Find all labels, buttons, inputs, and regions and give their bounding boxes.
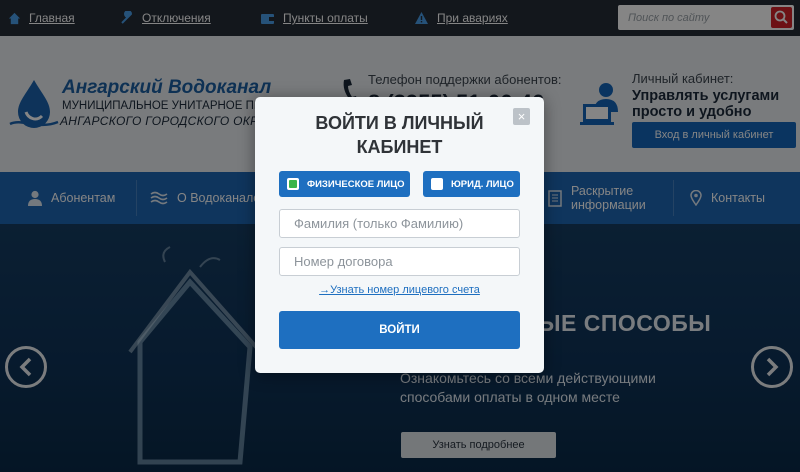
tab-legal-entity[interactable]: ЮРИД. ЛИЦО	[423, 171, 520, 197]
radio-unchecked-icon	[431, 178, 443, 190]
tab-individual-label: ФИЗИЧЕСКОЕ ЛИЦО	[307, 178, 405, 190]
radio-checked-icon	[287, 178, 299, 190]
find-account-number-link[interactable]: →Узнать номер лицевого счета	[255, 284, 544, 296]
surname-input[interactable]	[279, 209, 520, 238]
login-modal: × ВОЙТИ В ЛИЧНЫЙ КАБИНЕТ ФИЗИЧЕСКОЕ ЛИЦО…	[255, 97, 544, 373]
contract-number-input[interactable]	[279, 247, 520, 276]
tab-individual[interactable]: ФИЗИЧЕСКОЕ ЛИЦО	[279, 171, 410, 197]
modal-title-line1: ВОЙТИ В ЛИЧНЫЙ	[315, 113, 484, 133]
login-submit-button[interactable]: ВОЙТИ	[279, 311, 520, 349]
tab-legal-entity-label: ЮРИД. ЛИЦО	[451, 178, 514, 190]
modal-title-line2: КАБИНЕТ	[356, 137, 443, 157]
